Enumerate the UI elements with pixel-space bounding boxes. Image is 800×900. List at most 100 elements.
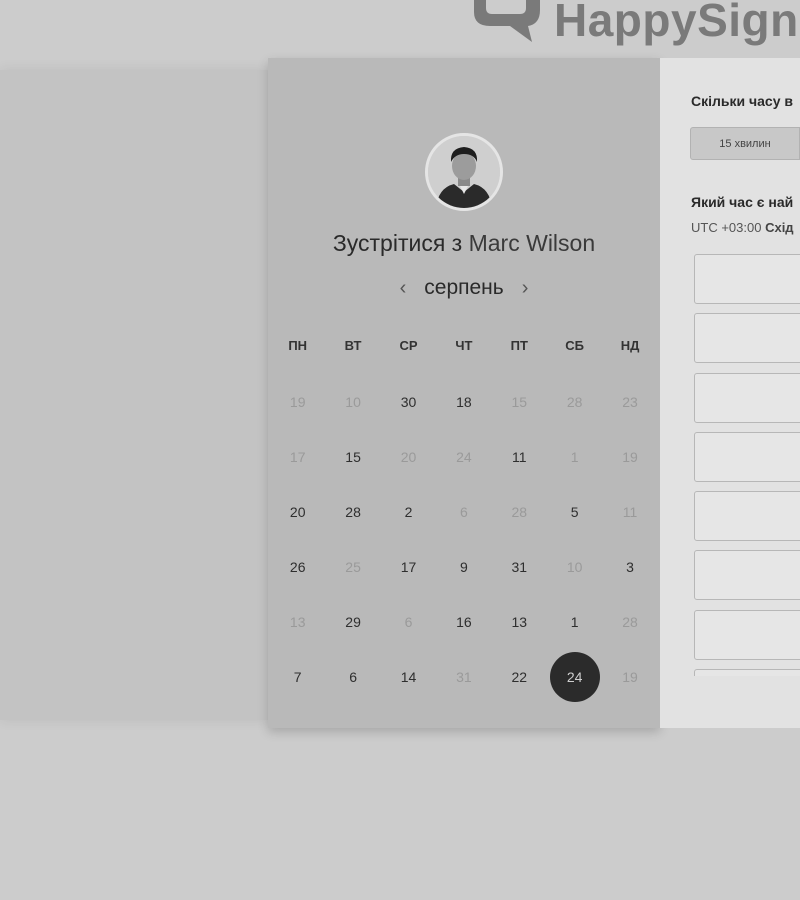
calendar-day[interactable]: 6 bbox=[325, 649, 380, 704]
calendar-day[interactable]: 28 bbox=[325, 484, 380, 539]
meet-prefix: Зустрітися з bbox=[332, 230, 463, 256]
timezone-line: UTC +03:00 Схід bbox=[691, 220, 794, 235]
month-navigation: ‹ серпень › bbox=[268, 276, 660, 300]
time-question: Який час є най bbox=[691, 194, 794, 210]
weekday-label: СБ bbox=[565, 338, 585, 353]
calendar-day-number: 9 bbox=[459, 558, 468, 575]
calendar-day-number: 31 bbox=[456, 668, 472, 685]
calendar-day-number: 26 bbox=[289, 558, 306, 575]
calendar-day: 25 bbox=[325, 539, 380, 594]
calendar-day-number: 19 bbox=[622, 448, 638, 465]
calendar-day: 6 bbox=[381, 594, 436, 649]
calendar-day-selected[interactable]: 24 bbox=[547, 649, 602, 704]
weekday-label: ВТ bbox=[344, 338, 362, 353]
calendar-day-number: 15 bbox=[511, 393, 528, 410]
time-slot-button[interactable] bbox=[694, 491, 800, 542]
calendar-day[interactable]: 2 bbox=[381, 484, 436, 539]
calendar-day[interactable]: 22 bbox=[492, 649, 547, 704]
calendar-day[interactable]: 20 bbox=[270, 484, 325, 539]
timezone-offset: UTC +03:00 bbox=[691, 220, 762, 235]
calendar-day-number: 1 bbox=[570, 613, 579, 630]
calendar-day-number: 13 bbox=[511, 613, 528, 630]
calendar-day[interactable]: 17 bbox=[381, 539, 436, 594]
calendar-day: 24 bbox=[436, 429, 491, 484]
calendar-day-number: 24 bbox=[549, 651, 600, 702]
time-slot-button[interactable] bbox=[694, 431, 800, 482]
time-slot-button[interactable] bbox=[694, 372, 800, 423]
prev-month-icon[interactable]: ‹ bbox=[398, 278, 409, 298]
calendar-day[interactable]: 16 bbox=[436, 594, 491, 649]
calendar-day-number: 17 bbox=[289, 448, 306, 465]
weekday-label: НД bbox=[620, 338, 640, 353]
calendar-day[interactable]: 15 bbox=[325, 429, 380, 484]
calendar-day-number: 10 bbox=[566, 558, 583, 575]
host-avatar bbox=[425, 133, 503, 211]
calendar-day[interactable]: 18 bbox=[436, 374, 491, 429]
calendar-day: 19 bbox=[602, 649, 657, 704]
calendar-day[interactable]: 13 bbox=[492, 594, 547, 649]
calendar-day: 17 bbox=[270, 429, 325, 484]
calendar-day[interactable]: 3 bbox=[602, 539, 657, 594]
calendar-day-number: 10 bbox=[345, 393, 361, 410]
calendar-day-number: 6 bbox=[404, 613, 413, 630]
calendar-day-number: 20 bbox=[400, 448, 417, 465]
meet-title: Зустрітися з Marc Wilson bbox=[268, 230, 660, 257]
next-month-icon[interactable]: › bbox=[520, 278, 531, 298]
calendar-day-number: 18 bbox=[456, 393, 472, 410]
calendar-day: 11 bbox=[602, 484, 657, 539]
calendar-day-number: 11 bbox=[511, 448, 527, 465]
calendar-day-number: 28 bbox=[511, 503, 528, 520]
calendar-day[interactable]: 30 bbox=[381, 374, 436, 429]
time-slot-button[interactable] bbox=[694, 313, 800, 364]
calendar-day[interactable]: 11 bbox=[492, 429, 547, 484]
calendar-day[interactable]: 1 bbox=[547, 594, 602, 649]
calendar-day: 10 bbox=[325, 374, 380, 429]
days-grid: 19 10 30 18 15 28 23 17 15 20 24 11 1 19 20 28 2 6 28 5 11 26… bbox=[270, 374, 658, 704]
calendar-day[interactable]: 7 bbox=[270, 649, 325, 704]
calendar-day-number: 28 bbox=[345, 503, 361, 520]
dimmed-left-panel bbox=[0, 70, 268, 720]
weekday-label: СР bbox=[399, 338, 418, 353]
calendar-day: 28 bbox=[602, 594, 657, 649]
calendar-day: 23 bbox=[602, 374, 657, 429]
duration-option-button[interactable]: 15 хвилин bbox=[690, 127, 800, 160]
brand-logo: HappySigna bbox=[470, 0, 800, 46]
calendar-day[interactable]: 26 bbox=[270, 539, 325, 594]
time-slot-button[interactable] bbox=[694, 550, 800, 601]
time-slot-button[interactable] bbox=[694, 609, 800, 660]
time-slot-list bbox=[694, 254, 800, 676]
calendar-day-number: 16 bbox=[456, 613, 472, 630]
weekday-label: ПН bbox=[288, 338, 308, 353]
calendar-day[interactable]: 14 bbox=[381, 649, 436, 704]
calendar-day-number: 20 bbox=[289, 503, 306, 520]
calendar-day-number: 3 bbox=[626, 558, 634, 575]
calendar-day: 1 bbox=[547, 429, 602, 484]
weekday-header: ПН ВТ СР ЧТ ПТ СБ НД bbox=[270, 338, 658, 353]
calendar-day-number: 24 bbox=[456, 448, 472, 465]
calendar-day[interactable]: 31 bbox=[492, 539, 547, 594]
calendar-day-number: 29 bbox=[345, 613, 361, 630]
calendar-day-number: 25 bbox=[345, 558, 361, 575]
calendar-day-number: 11 bbox=[622, 503, 638, 520]
calendar-day: 28 bbox=[492, 484, 547, 539]
calendar-day: 13 bbox=[270, 594, 325, 649]
calendar-day[interactable]: 29 bbox=[325, 594, 380, 649]
calendar-card: Зустрітися з Marc Wilson ‹ серпень › ПН В… bbox=[268, 58, 660, 728]
calendar-day: 15 bbox=[492, 374, 547, 429]
time-slot-button[interactable] bbox=[694, 254, 800, 304]
calendar-day: 10 bbox=[547, 539, 602, 594]
calendar-day-number: 2 bbox=[404, 503, 413, 520]
calendar-day-number: 7 bbox=[293, 668, 302, 685]
calendar-day[interactable]: 9 bbox=[436, 539, 491, 594]
calendar-day-number: 23 bbox=[622, 393, 638, 410]
calendar-day[interactable]: 5 bbox=[547, 484, 602, 539]
calendar-day-number: 30 bbox=[400, 393, 417, 410]
calendar-day-number: 5 bbox=[570, 503, 579, 520]
time-slot-button[interactable] bbox=[694, 669, 800, 676]
weekday-label: ПТ bbox=[510, 338, 528, 353]
speech-bubble-icon bbox=[474, 0, 540, 42]
calendar-day-number: 6 bbox=[459, 503, 468, 520]
calendar-day-number: 31 bbox=[511, 558, 528, 575]
calendar-day-number: 28 bbox=[622, 613, 638, 630]
booking-page: HappySigna Зустрітися з Marc Wilson ‹ се… bbox=[0, 0, 800, 900]
